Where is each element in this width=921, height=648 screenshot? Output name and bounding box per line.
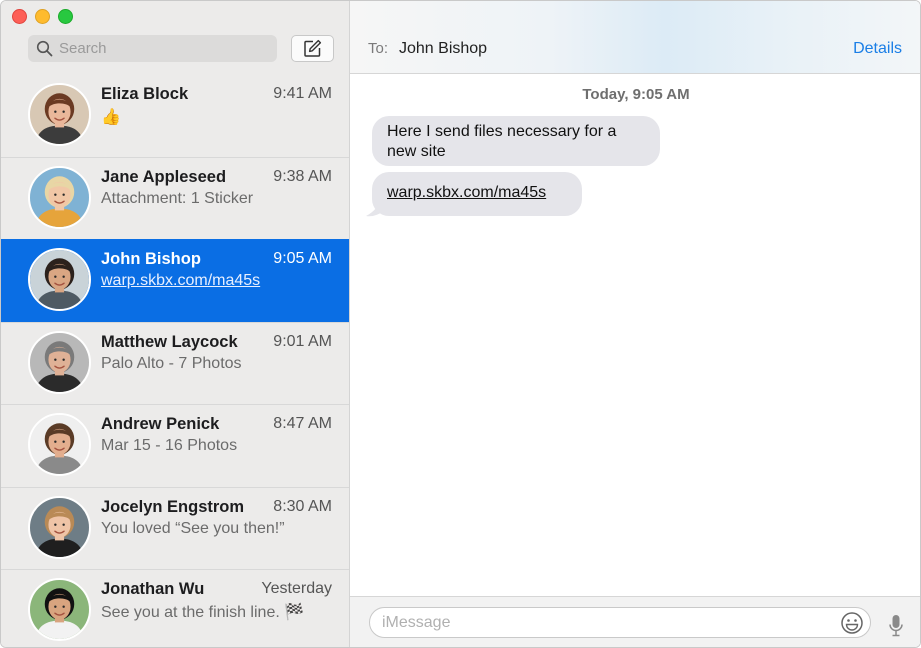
conversation-name: Jocelyn Engstrom xyxy=(101,497,245,516)
conversation-name: John Bishop xyxy=(101,250,201,268)
conversation-time: 8:30 AM xyxy=(273,497,332,515)
conversation-preview: warp.skbx.com/ma45s xyxy=(101,272,261,289)
conversation-time: 9:05 AM xyxy=(273,250,332,267)
conversation-preview: You loved “See you then!” xyxy=(101,519,285,537)
conversation-row[interactable]: Jonathan Wu Yesterday See you at the finis… xyxy=(1,569,349,647)
conversation-header: To: John Bishop Details xyxy=(350,1,920,74)
conversation-row[interactable]: Andrew Penick 8:47 AM Mar 15 - 16 Photos xyxy=(1,404,349,487)
conversation-time: Yesterday xyxy=(261,580,332,597)
window-controls xyxy=(12,9,73,24)
conversation-row[interactable]: Jocelyn Engstrom 8:30 AM You loved “See yo… xyxy=(1,486,349,570)
avatar xyxy=(28,83,91,146)
recipient-name[interactable]: John Bishop xyxy=(399,40,487,58)
conversation-list: Eliza Block 9:41 AM 👍 Jane Appleseed 9:38 AM… xyxy=(1,74,349,647)
conversation-pane: To: John Bishop Details Today, 9:05 AM H… xyxy=(350,1,920,647)
close-button[interactable] xyxy=(12,9,27,24)
conversation-name: Matthew Laycock xyxy=(101,332,238,351)
avatar-image xyxy=(30,580,89,639)
conversation-time: 8:47 AM xyxy=(273,415,332,432)
avatar-image xyxy=(30,497,89,557)
conversation-preview: Attachment: 1 Sticker xyxy=(101,189,254,207)
avatar-image xyxy=(30,332,89,392)
conversation-preview: 👍 xyxy=(101,109,121,126)
conversation-row[interactable]: Eliza Block 9:41 AM 👍 xyxy=(1,74,349,157)
avatar xyxy=(28,413,91,476)
to-label: To: xyxy=(368,40,389,57)
emoji-icon[interactable] xyxy=(840,611,864,635)
conversation-time: 9:38 AM xyxy=(273,167,332,185)
avatar xyxy=(28,248,91,311)
conversation-name: Jane Appleseed xyxy=(101,167,227,186)
search-icon xyxy=(36,40,53,57)
conversation-row[interactable]: Matthew Laycock 9:01 AM Palo Alto - 7 Phot… xyxy=(1,321,349,405)
details-button[interactable]: Details xyxy=(853,40,902,58)
search-field[interactable] xyxy=(28,35,277,62)
avatar-image xyxy=(30,250,89,309)
conversation-name: Jonathan Wu xyxy=(101,580,205,598)
message-field[interactable] xyxy=(369,607,871,638)
conversation-name: Andrew Penick xyxy=(101,415,220,433)
conversation-name: Eliza Block xyxy=(101,85,189,103)
messages-window: Eliza Block 9:41 AM 👍 Jane Appleseed 9:38 AM… xyxy=(0,0,921,648)
avatar-image xyxy=(30,415,89,474)
conversation-row[interactable]: Jane Appleseed 9:38 AM Attachment: 1 Stick… xyxy=(1,156,349,240)
message-bubble[interactable]: Here I send files necessary for a new si… xyxy=(372,116,660,166)
search-input[interactable] xyxy=(59,40,259,57)
message-text: Here I send files necessary for a new si… xyxy=(387,123,617,160)
message-input[interactable] xyxy=(382,613,822,632)
microphone-icon[interactable] xyxy=(888,614,904,638)
avatar xyxy=(28,578,91,641)
minimize-button[interactable] xyxy=(35,9,50,24)
conversation-row[interactable]: John Bishop 9:05 AM warp.skbx.com/ma45s xyxy=(1,239,349,322)
message-link[interactable]: warp.skbx.com/ma45s xyxy=(387,184,546,201)
conversation-time: 9:41 AM xyxy=(273,85,332,102)
avatar xyxy=(28,165,91,229)
compose-button[interactable] xyxy=(291,35,334,62)
avatar-image xyxy=(30,85,89,144)
conversation-preview: Mar 15 - 16 Photos xyxy=(101,437,238,454)
avatar xyxy=(28,330,91,394)
sidebar: Eliza Block 9:41 AM 👍 Jane Appleseed 9:38 AM… xyxy=(1,1,350,647)
maximize-button[interactable] xyxy=(58,9,73,24)
composer-bar xyxy=(350,596,920,647)
conversation-preview: Palo Alto - 7 Photos xyxy=(101,354,242,372)
avatar-image xyxy=(30,167,89,227)
conversation-time: 9:01 AM xyxy=(273,332,332,350)
message-bubble-link[interactable]: warp.skbx.com/ma45s xyxy=(372,172,582,216)
avatar xyxy=(28,495,91,559)
conversation-preview: See you at the finish line. 🏁 xyxy=(101,604,305,621)
compose-icon xyxy=(304,39,322,57)
thread-timestamp: Today, 9:05 AM xyxy=(582,86,690,103)
